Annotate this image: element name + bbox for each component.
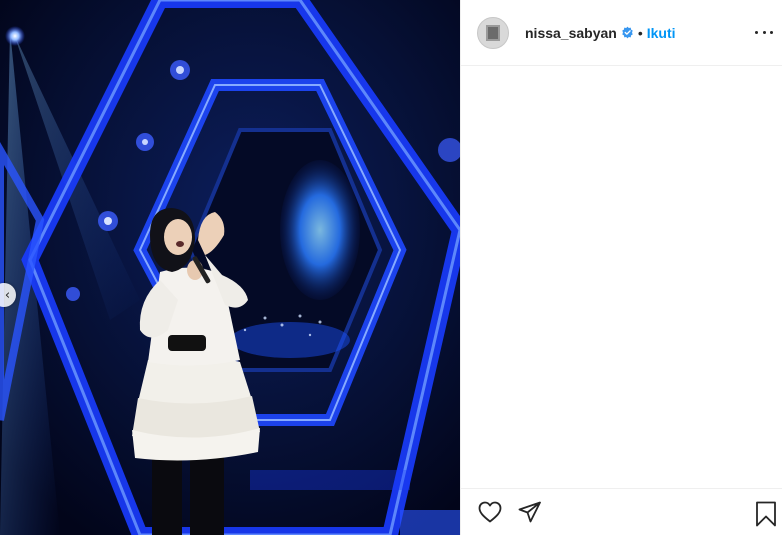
- post-photo: [0, 0, 460, 535]
- like-button[interactable]: [477, 499, 503, 525]
- post-header: nissa_sabyan • Ikuti: [461, 0, 782, 66]
- action-bar: [461, 488, 782, 535]
- avatar-image: [486, 24, 500, 41]
- bookmark-icon: [756, 501, 776, 527]
- follow-button[interactable]: Ikuti: [647, 25, 676, 41]
- share-button[interactable]: [517, 499, 543, 525]
- verified-badge-icon: [622, 26, 633, 39]
- instagram-post: ‹ nissa_sabyan • Ikuti: [0, 0, 782, 535]
- post-side-panel: nissa_sabyan • Ikuti: [460, 0, 782, 535]
- post-media[interactable]: ‹: [0, 0, 460, 535]
- save-button[interactable]: [755, 501, 779, 527]
- chevron-left-icon: ‹: [4, 287, 11, 303]
- more-horizontal-icon: [755, 30, 758, 34]
- avatar[interactable]: [477, 16, 509, 49]
- separator-dot: •: [637, 24, 643, 41]
- heart-icon: [478, 501, 502, 523]
- paper-plane-icon: [518, 501, 541, 523]
- more-options-button[interactable]: [755, 24, 773, 40]
- username-link[interactable]: nissa_sabyan: [525, 25, 617, 41]
